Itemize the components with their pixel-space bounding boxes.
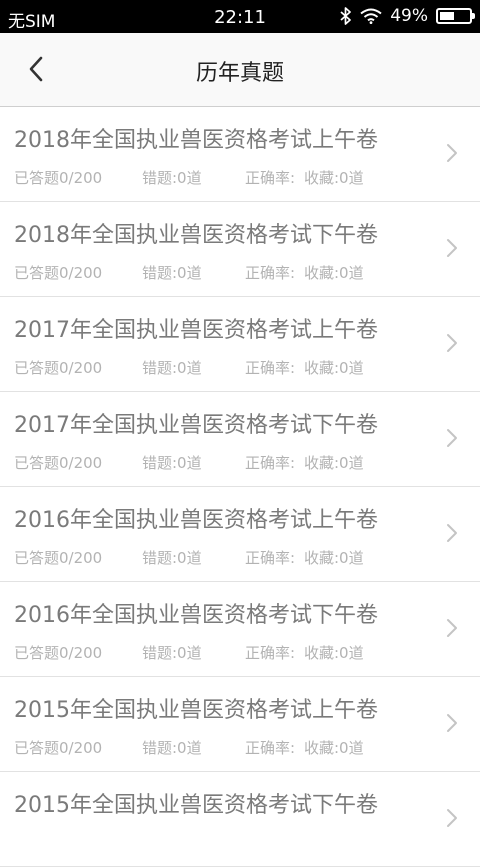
wrong-count: 错题:0道 [142, 739, 202, 757]
wifi-icon [360, 8, 382, 24]
wrong-count: 错题:0道 [142, 169, 202, 187]
accuracy-rate: 正确率: [245, 739, 296, 757]
favorites-count: 收藏:0道 [304, 454, 364, 472]
favorites-count: 收藏:0道 [304, 739, 364, 757]
exam-paper-title: 2016年全国执业兽医资格考试下午卷 [14, 603, 378, 628]
answered-count: 已答题0/200 [14, 644, 103, 662]
answered-count: 已答题0/200 [14, 739, 103, 757]
favorites-count: 收藏:0道 [304, 264, 364, 282]
chevron-right-icon [447, 524, 457, 542]
exam-paper-title: 2016年全国执业兽医资格考试上午卷 [14, 508, 378, 533]
exam-paper-list: 2018年全国执业兽医资格考试上午卷 已答题0/200 错题:0道 正确率: 收… [0, 107, 480, 867]
exam-paper-title: 2018年全国执业兽医资格考试上午卷 [14, 128, 378, 153]
bluetooth-icon [340, 7, 352, 25]
favorites-count: 收藏:0道 [304, 644, 364, 662]
wrong-count: 错题:0道 [142, 549, 202, 567]
exam-paper-row[interactable]: 2018年全国执业兽医资格考试下午卷 已答题0/200 错题:0道 正确率: 收… [0, 202, 480, 297]
page-title: 历年真题 [195, 61, 284, 86]
nav-bar: 历年真题 [0, 33, 480, 107]
wrong-count: 错题:0道 [142, 644, 202, 662]
accuracy-rate: 正确率: [245, 454, 296, 472]
chevron-right-icon [447, 144, 457, 162]
wrong-count: 错题:0道 [142, 359, 202, 377]
answered-count: 已答题0/200 [14, 359, 103, 377]
exam-paper-title: 2017年全国执业兽医资格考试上午卷 [14, 318, 378, 343]
accuracy-rate: 正确率: [245, 169, 296, 187]
status-bar: 无SIM 22:11 49% [0, 0, 480, 33]
exam-paper-row[interactable]: 2017年全国执业兽医资格考试下午卷 已答题0/200 错题:0道 正确率: 收… [0, 392, 480, 487]
exam-paper-row[interactable]: 2015年全国执业兽医资格考试上午卷 已答题0/200 错题:0道 正确率: 收… [0, 677, 480, 772]
battery-icon [436, 8, 475, 24]
wrong-count: 错题:0道 [142, 264, 202, 282]
status-icons: 49% [340, 6, 475, 26]
answered-count: 已答题0/200 [14, 264, 103, 282]
chevron-right-icon [447, 429, 457, 447]
answered-count: 已答题0/200 [14, 169, 103, 187]
chevron-right-icon [447, 619, 457, 637]
wrong-count: 错题:0道 [142, 454, 202, 472]
answered-count: 已答题0/200 [14, 549, 103, 567]
chevron-right-icon [447, 714, 457, 732]
favorites-count: 收藏:0道 [304, 359, 364, 377]
accuracy-rate: 正确率: [245, 359, 296, 377]
exam-paper-row[interactable]: 2016年全国执业兽医资格考试上午卷 已答题0/200 错题:0道 正确率: 收… [0, 487, 480, 582]
exam-paper-row[interactable]: 2016年全国执业兽医资格考试下午卷 已答题0/200 错题:0道 正确率: 收… [0, 582, 480, 677]
exam-paper-title: 2017年全国执业兽医资格考试下午卷 [14, 413, 378, 438]
exam-paper-title: 2018年全国执业兽医资格考试下午卷 [14, 223, 378, 248]
battery-level-fill [440, 12, 454, 20]
favorites-count: 收藏:0道 [304, 169, 364, 187]
exam-paper-row[interactable]: 2017年全国执业兽医资格考试上午卷 已答题0/200 错题:0道 正确率: 收… [0, 297, 480, 392]
favorites-count: 收藏:0道 [304, 549, 364, 567]
chevron-right-icon [447, 239, 457, 257]
accuracy-rate: 正确率: [245, 264, 296, 282]
exam-paper-row[interactable]: 2015年全国执业兽医资格考试下午卷 [0, 772, 480, 867]
accuracy-rate: 正确率: [245, 549, 296, 567]
battery-percent: 49% [390, 6, 428, 26]
accuracy-rate: 正确率: [245, 644, 296, 662]
battery-tip [472, 13, 475, 19]
chevron-right-icon [447, 334, 457, 352]
exam-paper-row[interactable]: 2018年全国执业兽医资格考试上午卷 已答题0/200 错题:0道 正确率: 收… [0, 107, 480, 202]
chevron-right-icon [447, 809, 457, 827]
exam-paper-title: 2015年全国执业兽医资格考试上午卷 [14, 698, 378, 723]
answered-count: 已答题0/200 [14, 454, 103, 472]
exam-paper-title: 2015年全国执业兽医资格考试下午卷 [14, 793, 378, 818]
